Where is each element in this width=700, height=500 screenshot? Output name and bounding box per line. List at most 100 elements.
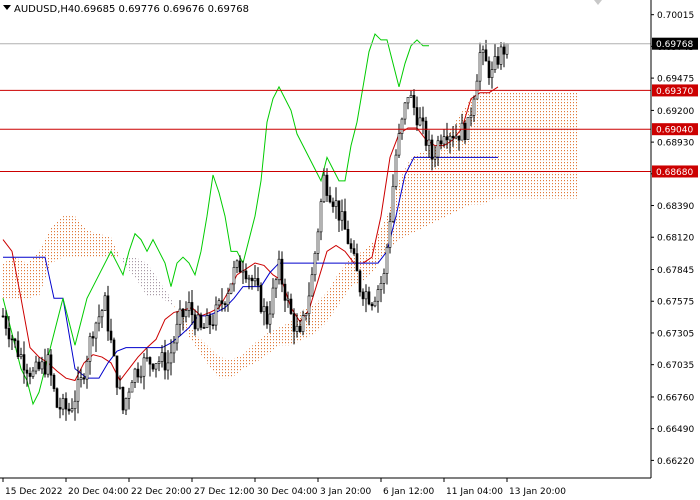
candle-body xyxy=(253,278,257,282)
candle-body xyxy=(376,289,380,302)
candle-body xyxy=(127,391,131,399)
kumo-segment xyxy=(216,354,219,379)
candle xyxy=(394,149,398,190)
price-tick-label: 0.69200 xyxy=(657,107,694,117)
price-tick-label: 0.67305 xyxy=(657,329,694,339)
candle-body xyxy=(337,200,341,221)
candle-body xyxy=(304,313,308,316)
candle-body xyxy=(85,360,89,380)
candle-body xyxy=(247,277,251,280)
kumo-segment xyxy=(258,338,261,361)
candle-body xyxy=(157,361,161,364)
candle-body xyxy=(1,315,5,318)
kumo-segment xyxy=(348,257,351,291)
kumo-segment xyxy=(255,340,258,363)
kumo-segment xyxy=(3,261,6,299)
candle-body xyxy=(316,231,320,254)
candle-body xyxy=(79,377,83,381)
candle-body xyxy=(31,370,35,377)
kumo-segment xyxy=(246,348,249,368)
candle-body xyxy=(277,258,281,281)
ichimoku-chart[interactable]: 0.700150.697450.694750.692000.689300.686… xyxy=(0,0,700,500)
candle-body xyxy=(505,43,509,55)
candle-body xyxy=(433,156,437,160)
kumo-segment xyxy=(21,260,24,299)
kumo-segment xyxy=(489,92,492,202)
candle xyxy=(466,117,470,140)
candle-body xyxy=(403,102,407,120)
kumo-segment xyxy=(87,230,90,258)
price-badge-label: 0.69768 xyxy=(656,40,693,50)
candle-body xyxy=(55,388,59,408)
candle-body xyxy=(145,357,149,359)
candle xyxy=(55,387,59,409)
kumo-segment xyxy=(234,357,237,376)
candle-body xyxy=(406,97,410,104)
kumo-segment xyxy=(33,254,36,298)
price-badge-label: 0.69370 xyxy=(656,87,693,97)
candle-body xyxy=(163,352,167,371)
candle-body xyxy=(40,361,44,370)
kumo-segment xyxy=(570,92,573,199)
candle-body xyxy=(130,382,134,393)
kumo-segment xyxy=(507,92,510,199)
kumo-segment xyxy=(492,92,495,200)
candle-body xyxy=(268,313,272,325)
candle-body xyxy=(349,243,353,249)
candle-body xyxy=(289,298,293,314)
candle-body xyxy=(325,174,329,196)
candle-body xyxy=(265,306,269,325)
kumo-segment xyxy=(210,348,213,371)
kumo-segment xyxy=(519,92,522,199)
candle-body xyxy=(481,49,485,53)
candle-body xyxy=(10,338,14,341)
kumo-segment xyxy=(543,92,546,199)
candle-body xyxy=(73,400,77,409)
candle-body xyxy=(454,135,458,139)
candle-body xyxy=(109,330,113,341)
candle-body xyxy=(409,95,413,98)
time-tick-label: 6 Jan 12:00 xyxy=(383,487,435,497)
candle-body xyxy=(490,69,494,79)
candle-body xyxy=(211,324,215,327)
kumo-segment xyxy=(555,92,558,199)
time-tick-label: 3 Jan 20:00 xyxy=(320,487,372,497)
candle-body xyxy=(286,298,290,301)
kumo-segment xyxy=(315,301,318,334)
candle-body xyxy=(283,283,287,301)
kumo-segment xyxy=(402,169,405,239)
kumo-segment xyxy=(510,92,513,199)
kumo-segment xyxy=(501,92,504,199)
kumo-segment xyxy=(249,345,252,366)
time-tick-label: 15 Dec 2022 xyxy=(5,487,63,497)
candle xyxy=(229,283,233,295)
candle-body xyxy=(7,328,11,340)
candle-body xyxy=(295,325,299,332)
price-tick-label: 0.69475 xyxy=(657,75,694,85)
candle-body xyxy=(397,133,401,156)
candle-body xyxy=(313,252,317,276)
kumo-segment xyxy=(330,282,333,318)
kumo-segment xyxy=(396,180,399,243)
candle-body xyxy=(478,52,482,82)
kumo-segment xyxy=(6,260,9,299)
kumo-segment xyxy=(150,267,153,296)
candle-body xyxy=(436,140,440,158)
kumo-segment xyxy=(531,92,534,199)
symbol-timeframe: AUDUSD,H4 xyxy=(14,4,74,15)
candle-body xyxy=(301,315,305,333)
candle-body xyxy=(232,267,236,285)
kumo-segment xyxy=(261,335,264,359)
kumo-segment xyxy=(339,268,342,305)
price-tick-label: 0.68120 xyxy=(657,234,694,244)
candle-body xyxy=(70,408,74,412)
kumo-segment xyxy=(381,221,384,261)
candle-body xyxy=(421,117,425,122)
kumo-segment xyxy=(324,292,327,325)
price-tick-label: 0.68390 xyxy=(657,202,694,212)
candle-body xyxy=(139,375,143,378)
candle-body xyxy=(235,260,239,268)
kumo-segment xyxy=(522,92,525,199)
price-tick-label: 0.70015 xyxy=(657,11,694,21)
kumo-segment xyxy=(96,232,99,258)
